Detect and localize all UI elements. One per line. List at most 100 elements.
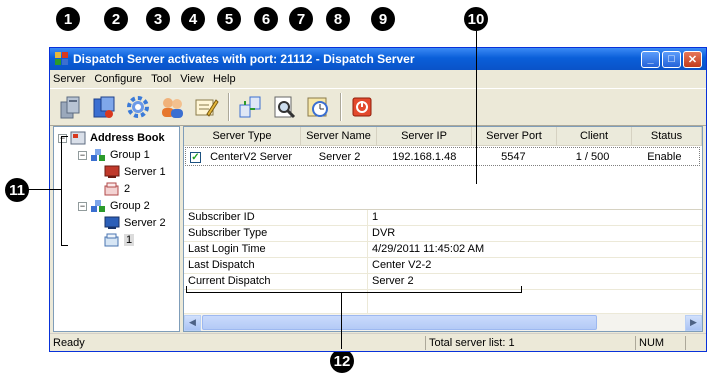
callout-4: 4 (181, 7, 205, 31)
minimize-button[interactable]: _ (641, 50, 660, 68)
server-list-panel: Server Type Server Name Server IP Server… (183, 126, 703, 332)
callout-1: 1 (56, 7, 80, 31)
cell-server-port: 5547 (501, 150, 526, 163)
address-book-icon (70, 131, 86, 145)
status-ready: Ready (53, 336, 85, 349)
column-header-server-port[interactable]: Server Port (472, 127, 557, 145)
tree-client-2-label: 2 (124, 183, 131, 195)
grid-leader-line (476, 31, 477, 184)
detail-value: 4/29/2011 11:45:02 AM (372, 243, 485, 255)
detail-label: Subscriber ID (184, 210, 368, 225)
search-icon (274, 96, 296, 119)
tree-client-2[interactable]: 2 (104, 181, 130, 197)
table-row[interactable]: ✓ CenterV2 Server Server 2 192.168.1.48 … (185, 147, 700, 166)
power-button[interactable] (346, 91, 378, 123)
window-title: Dispatch Server activates with port: 211… (73, 52, 415, 66)
horizontal-scrollbar[interactable]: ◀ ▶ (184, 313, 702, 331)
tree-server-1[interactable]: Server 1 (104, 164, 166, 180)
collapse-icon[interactable]: − (78, 201, 87, 211)
network-button[interactable] (234, 91, 266, 123)
column-header-client[interactable]: Client (557, 127, 632, 145)
callout-9: 9 (371, 7, 395, 31)
tree-client-1[interactable]: 1 (104, 232, 135, 248)
callout-2: 2 (104, 7, 128, 31)
details-leader-line (341, 292, 342, 349)
client-device-icon (104, 233, 119, 247)
server-red-icon (104, 165, 120, 178)
detail-row-subscriber-id: Subscriber ID 1 (184, 210, 702, 226)
detail-row-empty (184, 290, 702, 314)
edit-button[interactable] (190, 91, 222, 123)
maximize-button[interactable]: □ (662, 50, 681, 68)
column-header-status[interactable]: Status (632, 127, 702, 145)
title-bar[interactable]: Dispatch Server activates with port: 211… (50, 48, 706, 70)
callout-5: 5 (217, 7, 241, 31)
callout-11: 11 (5, 178, 29, 202)
server-list-header: Server Type Server Name Server IP Server… (184, 127, 702, 146)
settings-button[interactable] (122, 91, 154, 123)
detail-label: Last Login Time (184, 242, 368, 257)
menu-server[interactable]: Server (53, 73, 85, 85)
cell-server-ip: 192.168.1.48 (392, 150, 457, 163)
tree-root-address-book[interactable]: − Address Book (58, 130, 165, 146)
status-total-server-list: Total server list: 1 (425, 335, 635, 350)
column-header-server-type[interactable]: Server Type (184, 127, 301, 145)
power-icon (352, 97, 372, 117)
detail-value: Center V2-2 (372, 259, 432, 271)
column-header-server-ip[interactable]: Server IP (377, 127, 472, 145)
settings-gear-icon (127, 96, 149, 118)
network-icon (239, 96, 261, 118)
tree-server-2[interactable]: Server 2 (104, 215, 166, 231)
dispatch-server-window: Dispatch Server activates with port: 211… (49, 47, 707, 352)
menu-tool[interactable]: Tool (151, 73, 171, 85)
detail-label: Subscriber Type (184, 226, 368, 241)
detail-row-subscriber-type: Subscriber Type DVR (184, 226, 702, 242)
menu-view[interactable]: View (180, 73, 204, 85)
server-button[interactable] (54, 91, 86, 123)
tree-group-2[interactable]: − Group 2 (78, 198, 150, 214)
server-type-value: CenterV2 Server (210, 150, 292, 163)
menu-help[interactable]: Help (213, 73, 236, 85)
users-icon (162, 98, 183, 118)
tree-group-2-label: Group 2 (110, 200, 150, 212)
toolbar-separator (340, 93, 342, 121)
enable-checkbox[interactable]: ✓ (190, 151, 201, 163)
menu-bar: Server Configure Tool View Help (50, 70, 706, 88)
close-button[interactable]: ✕ (683, 50, 702, 68)
toolbar (50, 88, 706, 126)
server-blue-icon (104, 216, 120, 229)
scroll-thumb[interactable] (202, 315, 597, 330)
cell-client: 1 / 500 (575, 150, 610, 163)
status-bar: Ready Total server list: 1 NUM (50, 333, 706, 351)
callout-8: 8 (326, 7, 350, 31)
scroll-right-icon[interactable]: ▶ (685, 314, 702, 331)
collapse-icon[interactable]: − (78, 150, 87, 160)
client-device-icon (104, 182, 119, 196)
server-icon (60, 96, 80, 119)
schedule-icon (307, 97, 328, 117)
callout-7: 7 (289, 7, 313, 31)
users-button[interactable] (156, 91, 188, 123)
configure-icon (93, 96, 115, 118)
column-header-server-name[interactable]: Server Name (301, 127, 377, 145)
configure-button[interactable] (88, 91, 120, 123)
cell-server-name: Server 2 (318, 150, 361, 163)
detail-value: 1 (372, 211, 379, 223)
tree-server-1-label: Server 1 (124, 166, 166, 178)
tree-client-1-label: 1 (124, 234, 135, 246)
scroll-left-icon[interactable]: ◀ (184, 314, 201, 331)
schedule-button[interactable] (302, 91, 334, 123)
toolbar-separator (228, 93, 230, 121)
menu-configure[interactable]: Configure (94, 73, 142, 85)
address-book-tree: − Address Book − Group 1 Server 1 2 − Gr… (53, 126, 180, 332)
tree-root-label: Address Book (90, 132, 165, 144)
tree-group-1[interactable]: − Group 1 (78, 147, 150, 163)
search-button[interactable] (268, 91, 300, 123)
status-num-lock: NUM (635, 335, 685, 350)
subscriber-details: Subscriber ID 1 Subscriber Type DVR Last… (184, 209, 702, 314)
tree-bracket (61, 136, 68, 246)
details-bracket (186, 286, 522, 293)
detail-row-last-login: Last Login Time 4/29/2011 11:45:02 AM (184, 242, 702, 258)
content-area: − Address Book − Group 1 Server 1 2 − Gr… (53, 126, 703, 332)
tree-leader-line (28, 189, 61, 190)
